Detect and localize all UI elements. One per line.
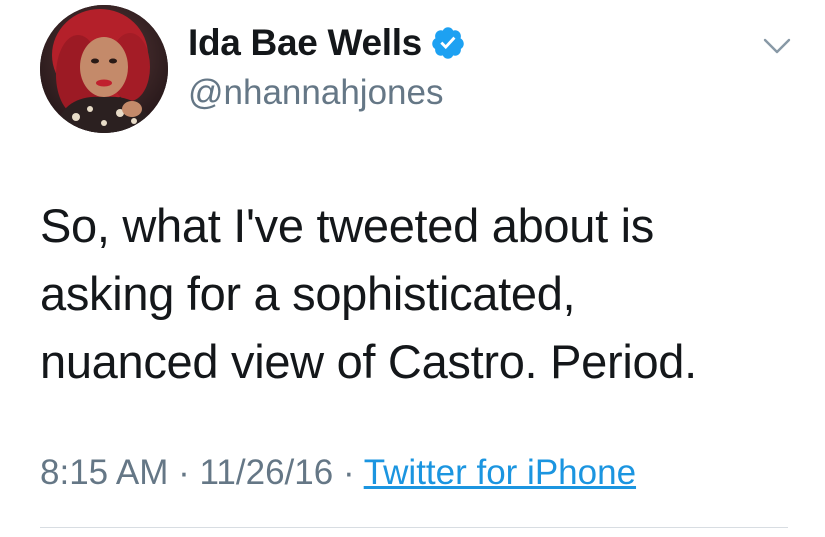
- tweet-card: Ida Bae Wells @nhannahjones So, what I'v…: [0, 0, 825, 537]
- meta-separator: ·: [178, 453, 190, 492]
- meta-separator: ·: [342, 453, 355, 492]
- tweet-meta: 8:15 AM · 11/26/16 · Twitter for iPhone: [40, 453, 636, 493]
- avatar[interactable]: [40, 5, 168, 133]
- avatar-image: [40, 5, 168, 133]
- tweet-text: So, what I've tweeted about is asking fo…: [40, 192, 810, 396]
- verified-badge-icon: [430, 25, 466, 61]
- display-name[interactable]: Ida Bae Wells: [188, 22, 466, 64]
- source-link[interactable]: Twitter for iPhone: [364, 453, 636, 492]
- display-name-text[interactable]: Ida Bae Wells: [188, 22, 422, 64]
- tweet-date[interactable]: 11/26/16: [200, 453, 334, 492]
- divider: [40, 527, 788, 528]
- chevron-down-icon[interactable]: [762, 35, 792, 57]
- tweet-text-line: asking for a sophisticated,: [40, 267, 576, 320]
- tweet-text-line: nuanced view of Castro. Period.: [40, 335, 697, 388]
- tweet-time[interactable]: 8:15 AM: [40, 453, 168, 492]
- user-handle[interactable]: @nhannahjones: [188, 73, 443, 113]
- tweet-text-line: So, what I've tweeted about is: [40, 199, 654, 252]
